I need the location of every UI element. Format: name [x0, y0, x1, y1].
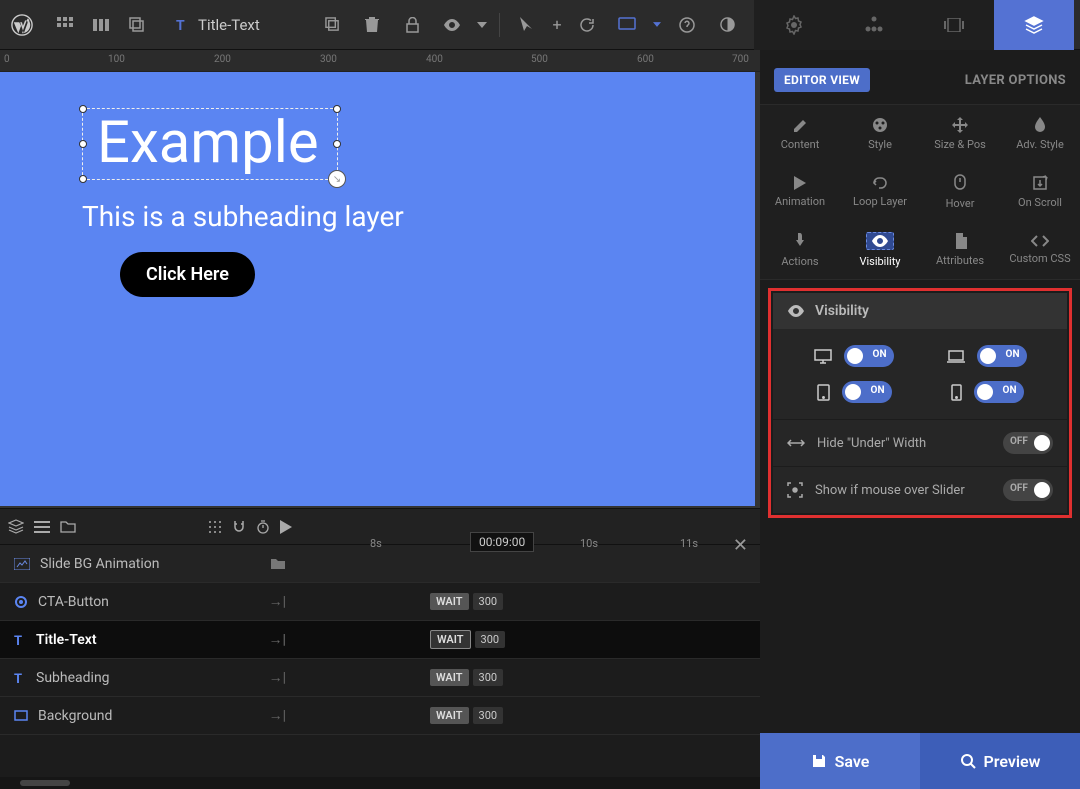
add-icon[interactable]: + [550, 8, 564, 42]
laptop-icon [947, 350, 965, 363]
layer-option-grid: Content Style Size & Pos Adv. Style Anim… [760, 104, 1080, 280]
option-animation[interactable]: Animation [760, 163, 840, 221]
option-attributes[interactable]: Attributes [920, 221, 1000, 279]
toggle-show-mouse[interactable]: OFF [1003, 479, 1053, 501]
wordpress-icon[interactable] [6, 9, 38, 41]
slide-canvas[interactable]: Example ↘ This is a subheading layer Cli… [0, 72, 755, 506]
contrast-icon[interactable] [710, 8, 744, 42]
help-icon[interactable] [670, 8, 704, 42]
toggle-desktop[interactable]: ON [844, 345, 894, 367]
svg-text:T: T [14, 634, 22, 647]
subheading-layer[interactable]: This is a subheading layer [82, 200, 404, 233]
trash-icon[interactable] [355, 8, 389, 42]
copy-icon[interactable] [315, 8, 349, 42]
toggle-laptop[interactable]: ON [977, 345, 1027, 367]
svg-text:T: T [14, 672, 22, 685]
timeline-row[interactable]: Background→| WAIT300 [0, 697, 760, 735]
lock-icon[interactable] [395, 8, 429, 42]
tab-settings[interactable] [754, 0, 834, 50]
horizontal-ruler: 0 100 200 300 400 500 600 700 [0, 50, 760, 72]
desktop-icon[interactable] [610, 8, 644, 42]
selected-layer-name: Title-Text [198, 16, 260, 34]
grid-snap-icon[interactable] [208, 520, 222, 534]
phone-icon [951, 384, 962, 401]
option-style[interactable]: Style [840, 105, 920, 163]
visibility-panel: Visibility ON ON ON [768, 288, 1072, 518]
width-icon [787, 437, 805, 449]
chevron-down-icon[interactable] [650, 8, 664, 42]
eye-icon[interactable] [435, 8, 469, 42]
selection-box[interactable]: Example ↘ [82, 108, 338, 180]
timeline-row[interactable]: TSubheading→| WAIT300 [0, 659, 760, 697]
search-icon [960, 753, 976, 769]
option-visibility[interactable]: Visibility [840, 221, 920, 279]
layer-selector[interactable]: T Title-Text [174, 16, 260, 34]
hide-under-label: Hide "Under" Width [817, 436, 926, 451]
right-sidebar: EDITOR VIEW LAYER OPTIONS Content Style … [760, 50, 1080, 789]
preview-button[interactable]: Preview [920, 733, 1080, 789]
layers-icon[interactable] [8, 519, 24, 535]
title-text-layer[interactable]: Example [83, 109, 337, 177]
desktop-icon [814, 349, 832, 364]
option-on-scroll[interactable]: On Scroll [1000, 163, 1080, 221]
layer-options-label: LAYER OPTIONS [965, 73, 1066, 88]
list-icon[interactable] [34, 521, 50, 533]
option-adv-style[interactable]: Adv. Style [1000, 105, 1080, 163]
top-toolbar: T Title-Text + [0, 0, 1080, 50]
tab-navigation[interactable] [834, 0, 914, 50]
option-size-pos[interactable]: Size & Pos [920, 105, 1000, 163]
resize-handle-icon[interactable]: ↘ [328, 170, 346, 188]
save-icon [811, 753, 827, 769]
eye-icon [787, 305, 805, 317]
option-content[interactable]: Content [760, 105, 840, 163]
option-hover[interactable]: Hover [920, 163, 1000, 221]
save-button[interactable]: Save [760, 733, 920, 789]
timeline-scrollbar[interactable] [0, 777, 760, 789]
grid-icon[interactable] [48, 8, 82, 42]
stopwatch-icon[interactable] [256, 520, 270, 534]
chevron-down-icon[interactable] [475, 8, 489, 42]
magnet-icon[interactable] [232, 520, 246, 534]
show-mouse-label: Show if mouse over Slider [815, 483, 965, 498]
cta-button-layer[interactable]: Click Here [120, 252, 255, 297]
toggle-phone[interactable]: ON [974, 381, 1024, 403]
focus-icon [787, 482, 803, 498]
option-custom-css[interactable]: Custom CSS [1000, 221, 1080, 279]
timeline-current-time[interactable]: 00:09:00 [470, 532, 534, 552]
panel-title: Visibility [815, 303, 869, 319]
option-loop-layer[interactable]: Loop Layer [840, 163, 920, 221]
timeline-group-row[interactable]: Slide BG Animation [0, 545, 760, 583]
tablet-icon [817, 384, 830, 401]
stack-icon[interactable] [120, 8, 154, 42]
svg-text:T: T [176, 18, 185, 33]
cursor-icon[interactable] [510, 8, 544, 42]
toggle-tablet[interactable]: ON [842, 381, 892, 403]
columns-icon[interactable] [84, 8, 118, 42]
folder-icon[interactable] [60, 520, 76, 533]
editor-view-badge[interactable]: EDITOR VIEW [774, 68, 870, 92]
option-actions[interactable]: Actions [760, 221, 840, 279]
tab-layers[interactable] [994, 0, 1074, 50]
folder-icon[interactable] [270, 557, 286, 570]
toggle-hide-under[interactable]: OFF [1003, 432, 1053, 454]
play-icon[interactable] [280, 520, 292, 534]
refresh-icon[interactable] [570, 8, 604, 42]
timeline-row[interactable]: CTA-Button→| WAIT300 [0, 583, 760, 621]
tab-slide[interactable] [914, 0, 994, 50]
timeline-panel: 8s 00:09:00 10s 11s ✕ Slide BG Animation… [0, 508, 760, 789]
timeline-row[interactable]: TTitle-Text→| WAIT300 [0, 621, 760, 659]
close-icon[interactable]: ✕ [733, 535, 748, 556]
